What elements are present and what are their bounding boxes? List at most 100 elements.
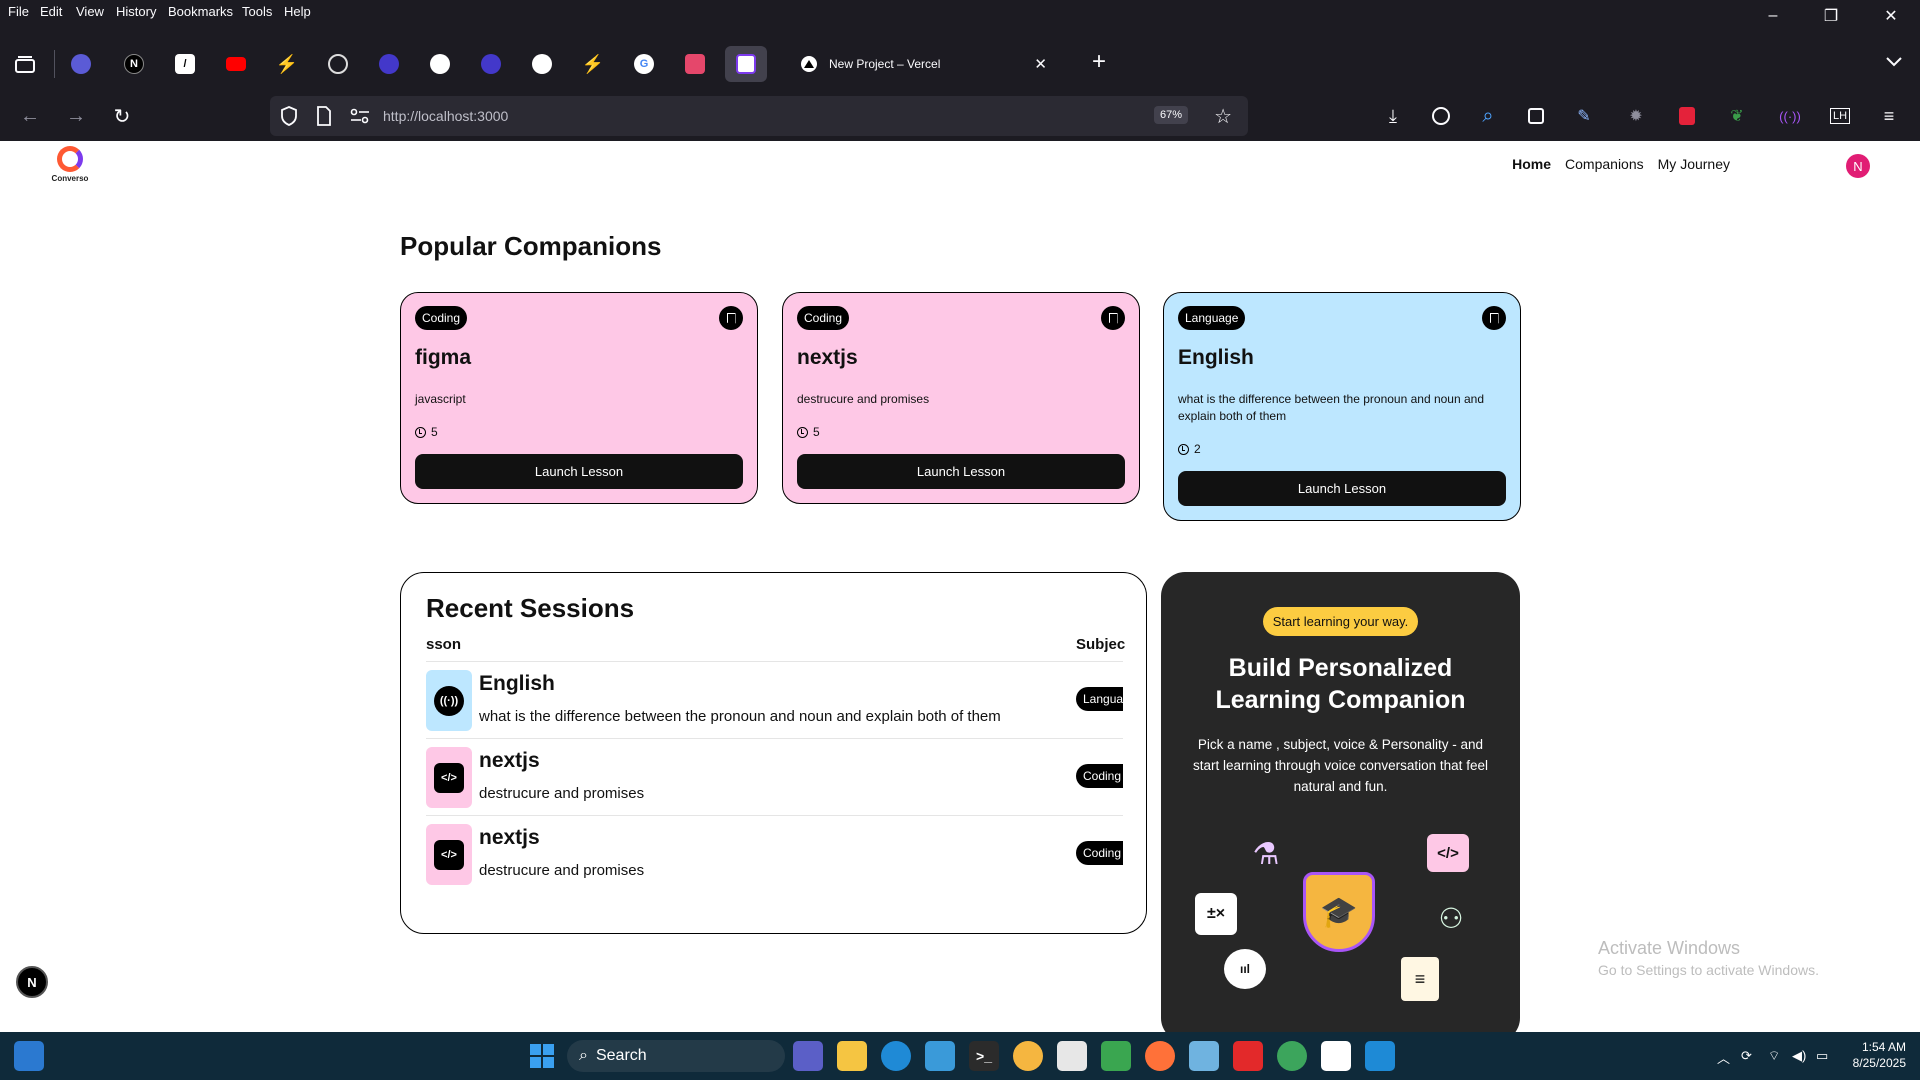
pinned-tab[interactable]: N — [113, 46, 155, 82]
bookmark-icon[interactable] — [1101, 306, 1125, 330]
logo-text: Converso — [51, 174, 89, 183]
close-tab-icon[interactable]: ✕ — [1034, 55, 1047, 73]
bookmark-icon[interactable] — [719, 306, 743, 330]
nextjs-dev-indicator[interactable]: N — [16, 966, 48, 998]
file-explorer-icon[interactable] — [837, 1041, 867, 1071]
widgets-icon[interactable] — [14, 1041, 44, 1071]
pinned-tab[interactable] — [60, 46, 102, 82]
reload-button[interactable]: ↻ — [104, 98, 140, 134]
terminal-icon[interactable]: >_ — [969, 1041, 999, 1071]
new-tab-button[interactable]: + — [1081, 44, 1117, 80]
companion-topic: javascript — [415, 392, 466, 406]
launch-lesson-button[interactable]: Launch Lesson — [1178, 471, 1506, 506]
app-menu-button[interactable]: ≡ — [1871, 98, 1907, 134]
restore-button[interactable]: ❐ — [1802, 0, 1860, 32]
account-button[interactable] — [1423, 98, 1459, 134]
extension-button[interactable] — [1669, 98, 1705, 134]
close-window-button[interactable]: ✕ — [1862, 0, 1920, 32]
lighthouse-button[interactable]: LH — [1822, 98, 1858, 134]
launch-lesson-button[interactable]: Launch Lesson — [797, 454, 1125, 489]
zoom-level-button[interactable]: 67% — [1153, 106, 1188, 124]
start-button[interactable] — [527, 1041, 557, 1071]
nav-my-journey[interactable]: My Journey — [1658, 156, 1730, 172]
url-bar[interactable]: http://localhost:3000 67% ☆ — [270, 96, 1248, 136]
forward-button[interactable]: → — [58, 98, 94, 134]
tab-overview-button[interactable] — [4, 46, 46, 82]
menu-view[interactable]: View — [76, 4, 104, 19]
leaf-icon: ❦ — [1730, 108, 1744, 125]
sync-icon[interactable]: ⟳ — [1741, 1048, 1752, 1064]
extensions-button[interactable] — [1518, 98, 1554, 134]
menu-history[interactable]: History — [116, 4, 156, 19]
extension-button[interactable]: ✎ — [1566, 98, 1602, 134]
user-avatar[interactable]: N — [1846, 154, 1870, 178]
launch-lesson-button[interactable]: Launch Lesson — [415, 454, 743, 489]
table-row[interactable]: </> nextjs destrucure and promises Codin… — [426, 738, 1123, 815]
bookmark-star-icon[interactable]: ☆ — [1214, 104, 1232, 129]
edge-icon[interactable] — [881, 1041, 911, 1071]
nav-companions[interactable]: Companions — [1565, 156, 1644, 172]
menu-bookmarks[interactable]: Bookmarks — [168, 4, 233, 19]
duration-value: 2 — [1194, 442, 1201, 456]
extension-button[interactable]: ((·)) — [1772, 98, 1808, 134]
table-row[interactable]: </> nextjs destrucure and promises Codin… — [426, 815, 1123, 892]
vscode-icon[interactable] — [1365, 1041, 1395, 1071]
extension-button[interactable]: ❦ — [1719, 98, 1755, 134]
pinned-tab-active[interactable] — [725, 46, 767, 82]
site-logo[interactable]: Converso — [48, 146, 92, 183]
app-icon[interactable] — [1013, 1041, 1043, 1071]
shield-icon[interactable] — [280, 106, 298, 126]
lighthouse-icon: LH — [1829, 108, 1851, 124]
taskbar-clock[interactable]: 1:54 AM 8/25/2025 — [1853, 1039, 1906, 1071]
pinned-tab[interactable]: ⚡ — [266, 46, 308, 82]
broadcast-icon: ((·)) — [1779, 108, 1801, 124]
wifi-icon[interactable]: ⌔ — [1768, 1048, 1780, 1064]
pinned-tab[interactable] — [368, 46, 410, 82]
wps-icon[interactable] — [1233, 1041, 1263, 1071]
search-extension-button[interactable]: ⌕ — [1470, 98, 1506, 134]
chevron-up-icon[interactable]: ︿ — [1717, 1048, 1730, 1067]
pinned-tab[interactable] — [215, 46, 257, 82]
chrome-icon[interactable] — [1277, 1041, 1307, 1071]
google-icon: G — [634, 54, 654, 74]
store-icon[interactable] — [1057, 1041, 1087, 1071]
pinned-tab[interactable] — [470, 46, 512, 82]
firefox-icon[interactable] — [1145, 1041, 1175, 1071]
cursor-editor-icon[interactable] — [1321, 1041, 1351, 1071]
pinned-tab[interactable]: ⚡ — [572, 46, 614, 82]
pinned-tab[interactable] — [521, 46, 563, 82]
account-icon — [1432, 107, 1450, 125]
page-icon[interactable] — [316, 106, 332, 126]
pinned-tab[interactable] — [317, 46, 359, 82]
menu-tools[interactable]: Tools — [242, 4, 272, 19]
pinned-tab[interactable] — [674, 46, 716, 82]
minimize-button[interactable]: – — [1744, 0, 1802, 32]
pinned-tab[interactable]: / — [164, 46, 206, 82]
menu-help[interactable]: Help — [284, 4, 311, 19]
back-button[interactable]: ← — [12, 98, 48, 134]
nav-home[interactable]: Home — [1512, 156, 1551, 172]
pinned-tab[interactable] — [419, 46, 461, 82]
notepad-icon[interactable] — [925, 1041, 955, 1071]
taskbar-search[interactable]: ⌕ Search — [567, 1040, 785, 1072]
bookmark-icon[interactable] — [1482, 306, 1506, 330]
url-text[interactable]: http://localhost:3000 — [383, 108, 508, 124]
remote-desktop-icon[interactable] — [1189, 1041, 1219, 1071]
list-all-tabs-button[interactable] — [1876, 44, 1912, 80]
teams-icon[interactable] — [793, 1041, 823, 1071]
table-row[interactable]: ((·)) English what is the difference bet… — [426, 661, 1123, 738]
tab-new-project-vercel[interactable]: New Project – Vercel ✕ — [787, 46, 1057, 82]
subject-badge: Coding — [797, 306, 850, 330]
permissions-icon[interactable] — [350, 108, 370, 124]
menu-file[interactable]: File — [8, 4, 29, 19]
volume-icon[interactable]: ◀) — [1792, 1048, 1806, 1064]
github-icon — [532, 54, 552, 74]
app-icon[interactable] — [1101, 1041, 1131, 1071]
battery-icon[interactable]: ▭ — [1816, 1048, 1828, 1064]
extension-button[interactable]: ✹ — [1618, 98, 1654, 134]
menu-edit[interactable]: Edit — [40, 4, 62, 19]
pinned-tab[interactable]: G — [623, 46, 665, 82]
navigation-toolbar: ← → ↻ http://localhost:3000 67% ☆ ⤓ ⌕ ✎ … — [0, 92, 1920, 140]
downloads-button[interactable]: ⤓ — [1375, 98, 1411, 134]
docker-icon — [71, 54, 91, 74]
